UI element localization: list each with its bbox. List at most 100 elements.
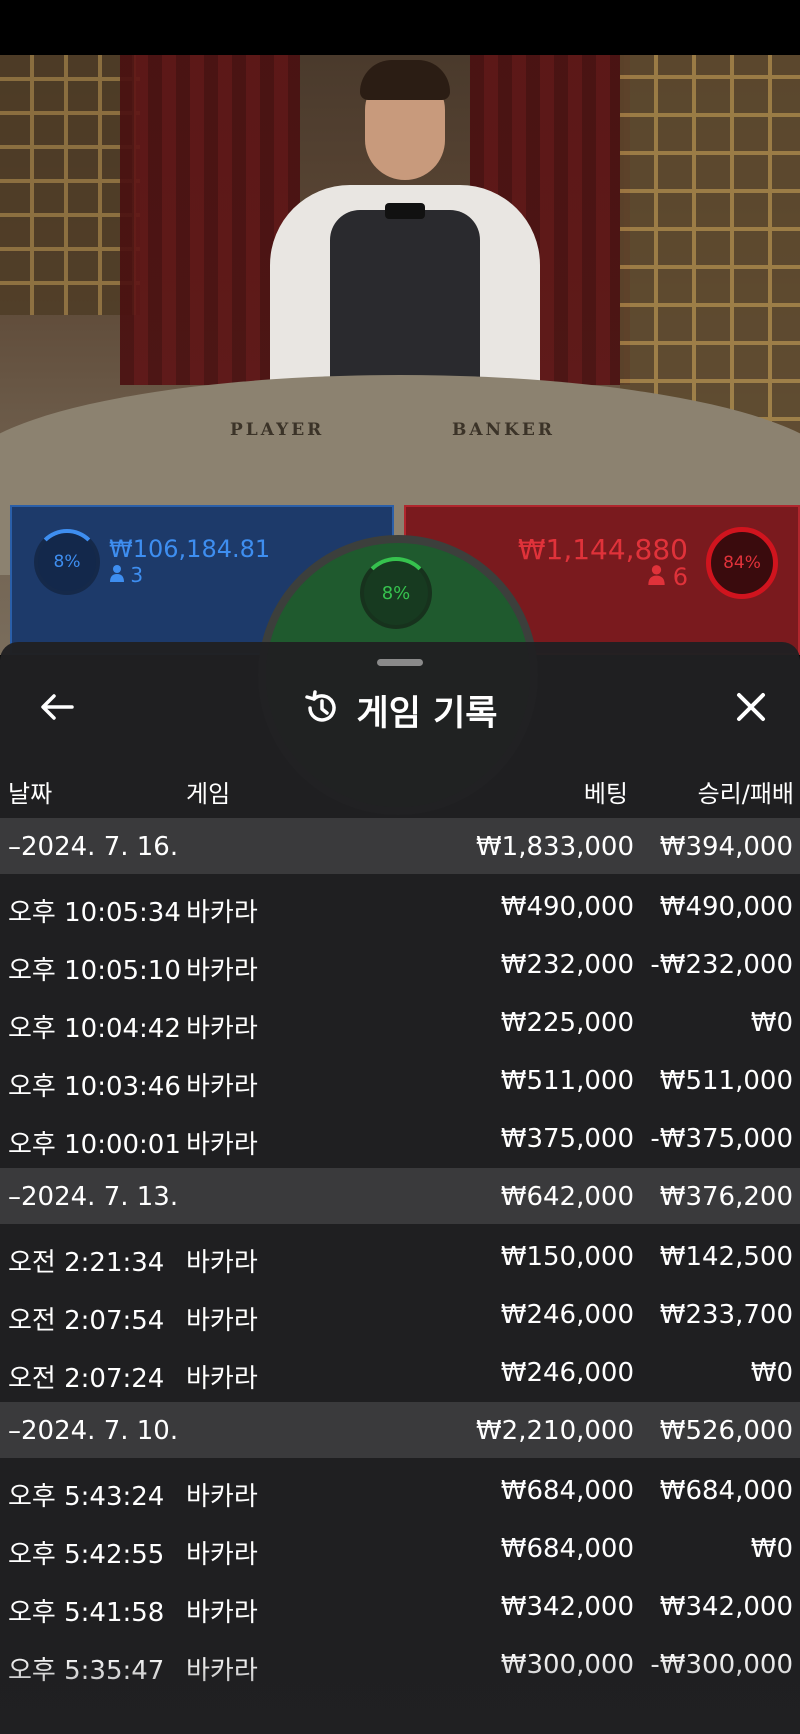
bet-cell: ₩490,000 — [500, 892, 634, 922]
tie-percent-ring: 8% — [360, 557, 432, 629]
time-cell: 오후 5:41:58 — [8, 1598, 165, 1628]
person-icon — [110, 563, 130, 587]
bet-cell: ₩246,000 — [500, 1300, 634, 1330]
close-icon — [735, 691, 767, 727]
history-row[interactable]: 오후 10:05:34 바카라 ₩490,000 ₩490,000 — [0, 878, 800, 936]
game-cell: 바카라 — [186, 1072, 258, 1102]
history-list[interactable]: –2024. 7. 16. ₩1,833,000 ₩394,000 오후 10:05:… — [0, 818, 800, 1694]
player-percent-ring: 8% — [34, 529, 100, 595]
column-result: 승리/패배 — [697, 780, 794, 808]
result-cell: ₩684,000 — [659, 1476, 793, 1506]
player-total-amount: ₩106,184.81 — [109, 535, 271, 563]
date-label: –2024. 7. 13. — [8, 1182, 179, 1212]
time-cell: 오전 2:07:24 — [8, 1364, 165, 1394]
history-row[interactable]: 오후 5:41:58 바카라 ₩342,000 ₩342,000 — [0, 1578, 800, 1636]
player-bettor-count: 3 — [110, 563, 143, 587]
player-count-value: 3 — [130, 563, 144, 587]
history-row[interactable]: 오후 10:00:01 바카라 ₩375,000 -₩375,000 — [0, 1110, 800, 1168]
person-icon — [648, 563, 673, 591]
history-row[interactable]: 오후 5:43:24 바카라 ₩684,000 ₩684,000 — [0, 1462, 800, 1520]
result-cell: ₩0 — [750, 1534, 793, 1564]
drag-handle[interactable] — [377, 659, 423, 666]
result-cell: ₩142,500 — [659, 1242, 793, 1272]
game-cell: 바카라 — [186, 1248, 258, 1278]
bet-cell: ₩300,000 — [500, 1650, 634, 1680]
bet-cell: ₩246,000 — [500, 1358, 634, 1388]
banker-bettor-count: 6 — [648, 563, 688, 591]
result-cell: -₩232,000 — [650, 950, 793, 980]
sheet-header: 게임 기록 — [0, 682, 800, 738]
result-cell: ₩233,700 — [659, 1300, 793, 1330]
time-cell: 오후 5:35:47 — [8, 1656, 165, 1686]
bet-cell: ₩225,000 — [500, 1008, 634, 1038]
history-row[interactable]: 오후 10:04:42 바카라 ₩225,000 ₩0 — [0, 994, 800, 1052]
game-cell: 바카라 — [186, 1130, 258, 1160]
result-cell: -₩375,000 — [650, 1124, 793, 1154]
banker-count-value: 6 — [672, 563, 688, 591]
history-row[interactable]: 오전 2:07:24 바카라 ₩246,000 ₩0 — [0, 1344, 800, 1402]
history-row[interactable]: 오후 5:35:47 바카라 ₩300,000 -₩300,000 — [0, 1636, 800, 1694]
game-cell: 바카라 — [186, 1306, 258, 1336]
sheet-title: 게임 기록 — [356, 693, 498, 734]
bet-cell: ₩1,833,000 — [475, 832, 634, 862]
time-cell: 오후 10:03:46 — [8, 1072, 181, 1102]
time-cell: 오후 10:05:34 — [8, 898, 181, 928]
tie-percent: 8% — [381, 582, 411, 604]
column-date: 날짜 — [8, 780, 53, 808]
dealer-bowtie — [385, 203, 425, 219]
table-banker-label: BANKER — [452, 420, 555, 440]
column-bet: 베팅 — [583, 780, 628, 808]
result-cell: ₩376,200 — [659, 1182, 793, 1212]
result-cell: ₩394,000 — [659, 832, 793, 862]
game-cell: 바카라 — [186, 1540, 258, 1570]
result-cell: ₩511,000 — [659, 1066, 793, 1096]
time-cell: 오후 10:05:10 — [8, 956, 181, 986]
date-group-row[interactable]: –2024. 7. 16. ₩1,833,000 ₩394,000 — [0, 818, 800, 874]
game-cell: 바카라 — [186, 1482, 258, 1512]
date-label: –2024. 7. 16. — [8, 832, 179, 862]
history-row[interactable]: 오후 10:05:10 바카라 ₩232,000 -₩232,000 — [0, 936, 800, 994]
game-cell: 바카라 — [186, 1014, 258, 1044]
history-icon — [303, 689, 341, 731]
history-row[interactable]: 오후 10:03:46 바카라 ₩511,000 ₩511,000 — [0, 1052, 800, 1110]
time-cell: 오후 5:43:24 — [8, 1482, 165, 1512]
game-cell: 바카라 — [186, 1598, 258, 1628]
player-percent: 8% — [53, 552, 81, 572]
lattice-screen-left — [0, 55, 140, 315]
bet-cell: ₩684,000 — [500, 1534, 634, 1564]
game-cell: 바카라 — [186, 956, 258, 986]
history-row[interactable]: 오후 5:42:55 바카라 ₩684,000 ₩0 — [0, 1520, 800, 1578]
bet-cell: ₩342,000 — [500, 1592, 634, 1622]
result-cell: ₩342,000 — [659, 1592, 793, 1622]
result-cell: ₩526,000 — [659, 1416, 793, 1446]
status-bar — [0, 0, 800, 55]
history-row[interactable]: 오전 2:07:54 바카라 ₩246,000 ₩233,700 — [0, 1286, 800, 1344]
game-cell: 바카라 — [186, 1364, 258, 1394]
game-cell: 바카라 — [186, 898, 258, 928]
result-cell: ₩0 — [750, 1008, 793, 1038]
banker-percent-ring: 84% — [706, 527, 778, 599]
game-cell: 바카라 — [186, 1656, 258, 1686]
bet-cell: ₩511,000 — [500, 1066, 634, 1096]
bet-cell: ₩2,210,000 — [475, 1416, 634, 1446]
time-cell: 오전 2:21:34 — [8, 1248, 165, 1278]
bet-cell: ₩150,000 — [500, 1242, 634, 1272]
time-cell: 오후 5:42:55 — [8, 1540, 165, 1570]
history-row[interactable]: 오전 2:21:34 바카라 ₩150,000 ₩142,500 — [0, 1228, 800, 1286]
close-button[interactable] — [728, 686, 774, 732]
bet-cell: ₩642,000 — [500, 1182, 634, 1212]
result-cell: ₩0 — [750, 1358, 793, 1388]
dealer-hair — [360, 60, 450, 100]
result-cell: -₩300,000 — [650, 1650, 793, 1680]
date-label: –2024. 7. 10. — [8, 1416, 179, 1446]
time-cell: 오후 10:04:42 — [8, 1014, 181, 1044]
time-cell: 오후 10:00:01 — [8, 1130, 181, 1160]
result-cell: ₩490,000 — [659, 892, 793, 922]
time-cell: 오전 2:07:54 — [8, 1306, 165, 1336]
date-group-row[interactable]: –2024. 7. 10. ₩2,210,000 ₩526,000 — [0, 1402, 800, 1458]
table-player-label: PLAYER — [230, 420, 325, 440]
game-history-sheet: 게임 기록 날짜 게임 베팅 승리/패배 –2024. 7. 16. ₩1,833… — [0, 642, 800, 1734]
bet-cell: ₩232,000 — [500, 950, 634, 980]
banker-total-amount: ₩1,144,880 — [517, 533, 688, 566]
date-group-row[interactable]: –2024. 7. 13. ₩642,000 ₩376,200 — [0, 1168, 800, 1224]
